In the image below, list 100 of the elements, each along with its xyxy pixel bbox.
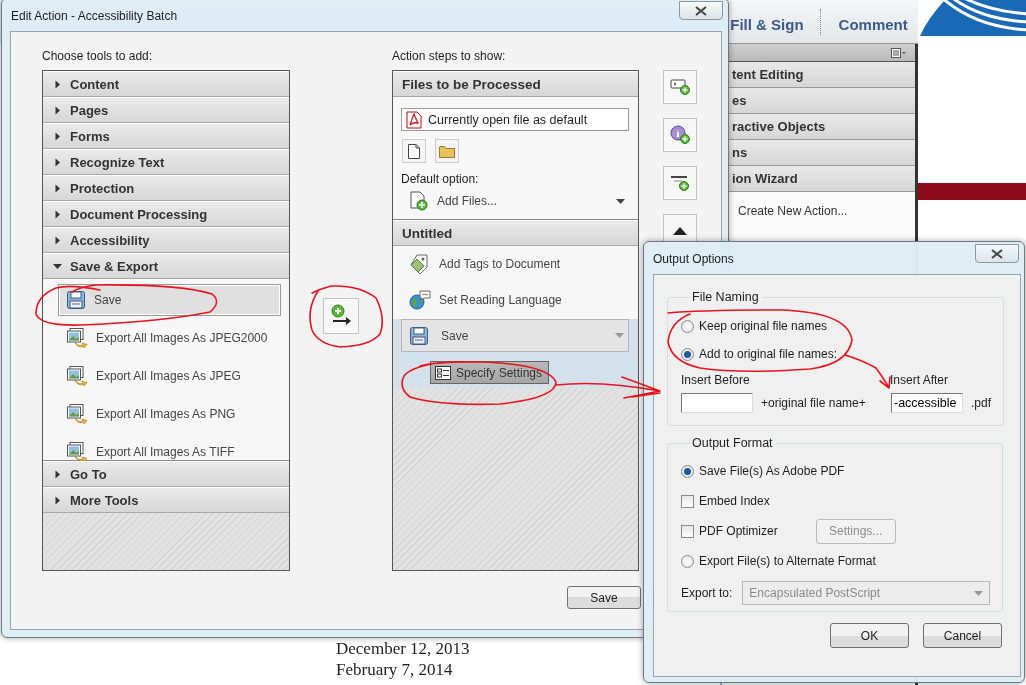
save-button[interactable]: Save xyxy=(567,586,641,609)
default-option-dropdown[interactable]: Add Files... xyxy=(409,190,629,212)
group-title: Output Format xyxy=(691,436,774,450)
action-step[interactable]: Add Tags to Document xyxy=(393,246,638,282)
step-label: Add Tags to Document xyxy=(439,257,561,271)
settings-list-icon xyxy=(435,365,451,380)
ink-arrow-annotation xyxy=(844,354,891,389)
blank-page-icon xyxy=(408,143,420,159)
input-field[interactable] xyxy=(681,393,753,413)
tool-item[interactable]: Export All Images As JPEG2000 xyxy=(58,322,281,354)
up-arrow-icon xyxy=(673,227,687,235)
file-source-field[interactable]: Currently open file as default xyxy=(401,108,629,131)
add-folder-button[interactable] xyxy=(435,139,459,163)
close-icon xyxy=(991,248,1003,259)
radio-button[interactable] xyxy=(681,464,694,478)
dropdown-caret-icon xyxy=(615,333,624,338)
section-header: Files to be Processed xyxy=(393,71,638,97)
plus-arrow-icon xyxy=(329,304,353,328)
checkbox[interactable] xyxy=(681,524,694,538)
tool-group-header[interactable]: Save & Export xyxy=(43,253,289,279)
tool-item[interactable]: Export All Images As PNG xyxy=(58,398,281,430)
picture-export-icon xyxy=(66,365,88,387)
info-plus-icon xyxy=(670,125,690,145)
tool-group-header[interactable]: Go To xyxy=(43,461,289,487)
tool-group-header[interactable]: Forms xyxy=(43,123,289,149)
tool-group-header[interactable]: Pages xyxy=(43,97,289,123)
input-field[interactable]: -accessible xyxy=(891,393,963,413)
toolbar-tab[interactable]: Fill & Sign xyxy=(726,10,808,33)
tool-label: Export All Images As PNG xyxy=(96,407,236,421)
dropdown-caret-icon xyxy=(616,198,625,204)
close-icon xyxy=(695,5,707,16)
close-button[interactable] xyxy=(975,244,1019,263)
tag-icon xyxy=(409,253,431,275)
option-label: Embed Index xyxy=(699,494,770,508)
tool-group-header[interactable]: Protection xyxy=(43,175,289,201)
group-label: More Tools xyxy=(70,492,139,508)
option-label: PDF Optimizer xyxy=(699,524,778,538)
add-file-icon xyxy=(409,191,429,211)
tool-group-header[interactable]: More Tools xyxy=(43,487,289,513)
group-label: Recognize Text xyxy=(70,154,165,170)
document-text: December 12, 2013 xyxy=(336,638,471,659)
add-tool-button[interactable] xyxy=(323,298,359,334)
cancel-button[interactable]: Cancel xyxy=(923,623,1002,648)
group-label: Forms xyxy=(70,128,110,144)
globe-speech-icon xyxy=(409,289,431,311)
picture-export-icon xyxy=(66,327,88,349)
group-label: Pages xyxy=(70,102,109,118)
radio-button[interactable] xyxy=(681,347,694,361)
tool-group-header[interactable]: Accessibility xyxy=(43,227,289,253)
option-label: Save File(s) As Adobe PDF xyxy=(699,464,845,478)
tool-label: Export All Images As JPEG2000 xyxy=(96,331,268,345)
specify-settings-button[interactable]: Specify Settings xyxy=(430,361,550,384)
tool-group-header[interactable]: Recognize Text xyxy=(43,149,289,175)
action-step[interactable]: Save Specify Settings xyxy=(393,319,638,388)
add-file-button[interactable] xyxy=(402,139,426,163)
step-label: Save xyxy=(441,328,470,343)
list-menu-icon xyxy=(891,47,907,58)
option-label: Export File(s) to Alternate Format xyxy=(699,554,876,568)
insert-step-button[interactable] xyxy=(663,70,697,104)
group-title: File Naming xyxy=(691,290,760,304)
checkbox[interactable] xyxy=(681,494,694,508)
field-label: Insert Before xyxy=(681,373,751,387)
window-title: Output Options xyxy=(652,251,734,266)
radio-button[interactable] xyxy=(681,319,694,333)
picture-export-icon xyxy=(66,403,88,425)
tool-item[interactable]: Save xyxy=(58,284,281,316)
extension-text: .pdf xyxy=(971,396,991,410)
radio-button[interactable] xyxy=(681,554,694,568)
folder-icon xyxy=(439,144,455,158)
pdf-file-icon xyxy=(406,110,422,129)
panel-link[interactable]: Create New Action... xyxy=(738,204,915,218)
group-label: Protection xyxy=(70,180,135,196)
insert-instruction-button[interactable] xyxy=(663,118,697,152)
toolbar-tab[interactable]: Comment xyxy=(834,10,912,33)
section-label: Action steps to show: xyxy=(392,49,507,65)
tool-label: Export All Images As JPEG xyxy=(96,369,241,383)
tool-group-header[interactable]: Document Processing xyxy=(43,201,289,227)
step-plus-icon xyxy=(670,77,690,97)
section-header: Untitled xyxy=(393,220,638,246)
window-title: Edit Action - Accessibility Batch xyxy=(10,8,178,23)
field-label: Export to: xyxy=(681,586,733,600)
tool-group-header[interactable]: Content xyxy=(43,71,289,97)
dropdown-caret-icon xyxy=(974,590,983,596)
close-button[interactable] xyxy=(679,1,723,20)
action-step[interactable]: Set Reading Language xyxy=(393,282,638,318)
group-label: Accessibility xyxy=(70,232,150,248)
ok-button[interactable]: OK xyxy=(830,623,909,648)
tool-label: Export All Images As TIFF xyxy=(96,445,235,459)
insert-divider-button[interactable] xyxy=(663,166,697,200)
field-label: Default option: xyxy=(401,172,480,186)
group-label: Document Processing xyxy=(70,206,208,222)
option-label: Add to original file names: xyxy=(699,347,838,361)
tool-item[interactable]: Export All Images As JPEG xyxy=(58,360,281,392)
option-label: Keep original file names xyxy=(699,319,828,333)
divider-plus-icon xyxy=(670,173,690,193)
tool-label: Save xyxy=(94,293,122,307)
field-label: Insert After xyxy=(890,373,949,387)
filename-text: +original file name+ xyxy=(760,396,867,410)
group-label: Save & Export xyxy=(70,258,159,274)
group-label: Content xyxy=(70,76,120,92)
